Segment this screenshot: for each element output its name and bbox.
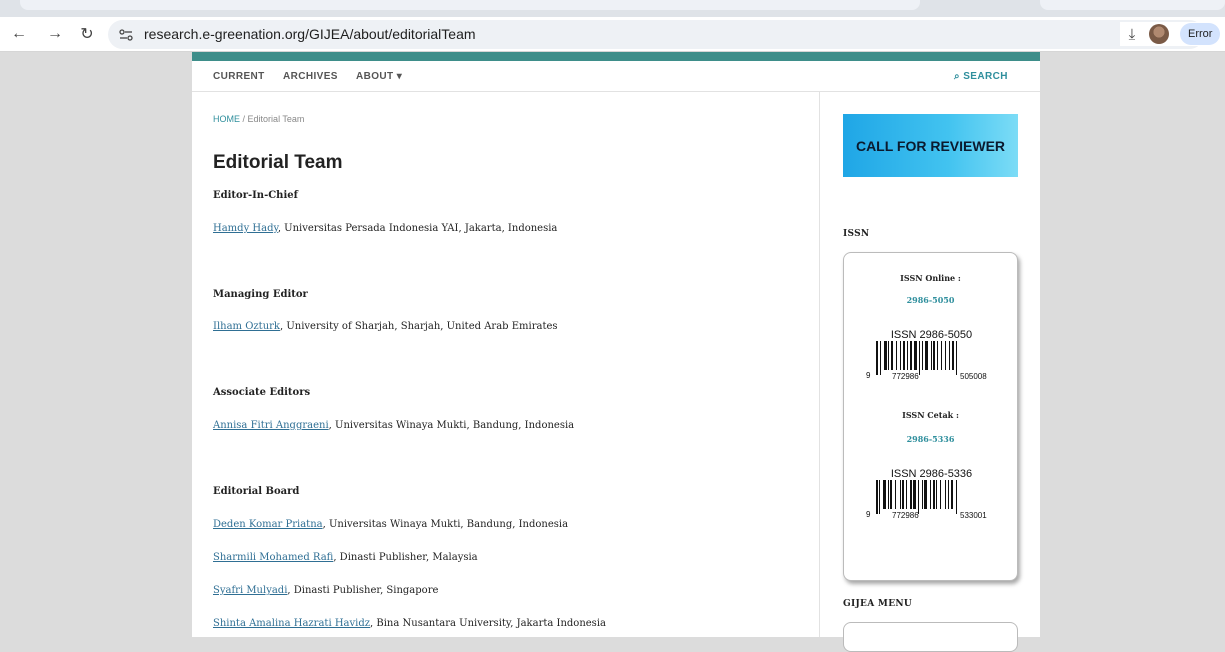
- address-bar[interactable]: research.e-greenation.org/GIJEA/about/ed…: [108, 20, 1204, 49]
- nav-archives[interactable]: ARCHIVES: [283, 71, 338, 82]
- back-arrow-icon[interactable]: ←: [8, 23, 30, 45]
- member-link[interactable]: Shinta Amalina Hazrati Havidz: [213, 618, 370, 629]
- issn-card: ISSN Online : 2986-5050 ISSN 2986-5050 9…: [843, 252, 1018, 581]
- browser-tab[interactable]: [20, 0, 920, 10]
- header-accent-bar: [192, 52, 1040, 61]
- tab-strip: [0, 0, 1225, 17]
- issn-print-link[interactable]: 2986-5336: [844, 434, 1017, 444]
- list-item: Annisa Fitri Anggraeni, Universitas Wina…: [213, 420, 575, 431]
- issn-online-label: ISSN Online :: [900, 273, 961, 283]
- barcode-bars: [876, 341, 957, 375]
- forward-arrow-icon[interactable]: →: [44, 23, 66, 45]
- profile-avatar[interactable]: [1149, 24, 1169, 44]
- nav-current[interactable]: CURRENT: [213, 71, 265, 82]
- list-item: Sharmili Mohamed Rafi, Dinasti Publisher…: [213, 552, 478, 563]
- list-item: Shinta Amalina Hazrati Havidz, Bina Nusa…: [213, 618, 606, 629]
- browser-tab-secondary[interactable]: [1040, 0, 1225, 10]
- list-item: Deden Komar Priatna, Universitas Winaya …: [213, 519, 569, 530]
- search-icon: ⌕: [954, 71, 960, 82]
- member-link[interactable]: Sharmili Mohamed Rafi: [213, 552, 333, 563]
- list-item: Syafri Mulyadi, Dinasti Publisher, Singa…: [213, 585, 439, 596]
- call-for-reviewer-banner[interactable]: CALL FOR REVIEWER: [843, 114, 1018, 177]
- issn-online-barcode: ISSN 2986-5050 9 772986 505008: [864, 329, 999, 387]
- nav-search[interactable]: ⌕ SEARCH: [954, 71, 1008, 82]
- member-link[interactable]: Hamdy Hady: [213, 223, 278, 234]
- section-heading: Editor-In-Chief: [213, 190, 298, 201]
- sidebar: CALL FOR REVIEWER ISSN ISSN Online : 298…: [821, 92, 1040, 652]
- section-heading: Associate Editors: [213, 387, 311, 398]
- breadcrumb-current: Editorial Team: [247, 114, 305, 124]
- member-link[interactable]: Annisa Fitri Anggraeni: [213, 420, 329, 431]
- issn-print-barcode: ISSN 2986-5336 9 772986 533001: [864, 468, 999, 526]
- gijea-menu-title: GIJEA MENU: [843, 599, 913, 609]
- url-text[interactable]: research.e-greenation.org/GIJEA/about/ed…: [144, 26, 476, 42]
- list-item: Hamdy Hady, Universitas Persada Indonesi…: [213, 223, 558, 234]
- primary-nav: CURRENT ARCHIVES ABOUT ▾ ⌕ SEARCH: [192, 61, 1040, 92]
- breadcrumb-home[interactable]: HOME: [213, 114, 240, 124]
- issn-title: ISSN: [843, 229, 870, 239]
- gijea-menu-card: [843, 622, 1018, 652]
- section-heading: Editorial Board: [213, 486, 300, 497]
- member-link[interactable]: Syafri Mulyadi: [213, 585, 287, 596]
- error-button[interactable]: Error: [1180, 23, 1221, 45]
- site-info-icon[interactable]: [118, 27, 134, 43]
- nav-about[interactable]: ABOUT ▾: [356, 71, 402, 82]
- list-item: Ilham Ozturk, University of Sharjah, Sha…: [213, 321, 558, 332]
- breadcrumb: HOME / Editorial Team: [213, 114, 305, 124]
- issn-online-link[interactable]: 2986-5050: [844, 295, 1017, 305]
- main-content: HOME / Editorial Team Editorial Team Edi…: [192, 92, 820, 637]
- barcode-bars: [876, 480, 957, 514]
- section-heading: Managing Editor: [213, 289, 308, 300]
- chevron-down-icon: ▾: [396, 71, 403, 82]
- page-title: Editorial Team: [213, 152, 343, 173]
- member-link[interactable]: Deden Komar Priatna: [213, 519, 323, 530]
- browser-toolbar: ← → ↻ research.e-greenation.org/GIJEA/ab…: [0, 17, 1225, 52]
- journal-page: CURRENT ARCHIVES ABOUT ▾ ⌕ SEARCH HOME /…: [192, 52, 1040, 652]
- member-link[interactable]: Ilham Ozturk: [213, 321, 280, 332]
- reload-icon[interactable]: ↻: [76, 23, 98, 45]
- download-icon[interactable]: ⤓: [1120, 26, 1144, 43]
- issn-print-label: ISSN Cetak :: [902, 410, 959, 420]
